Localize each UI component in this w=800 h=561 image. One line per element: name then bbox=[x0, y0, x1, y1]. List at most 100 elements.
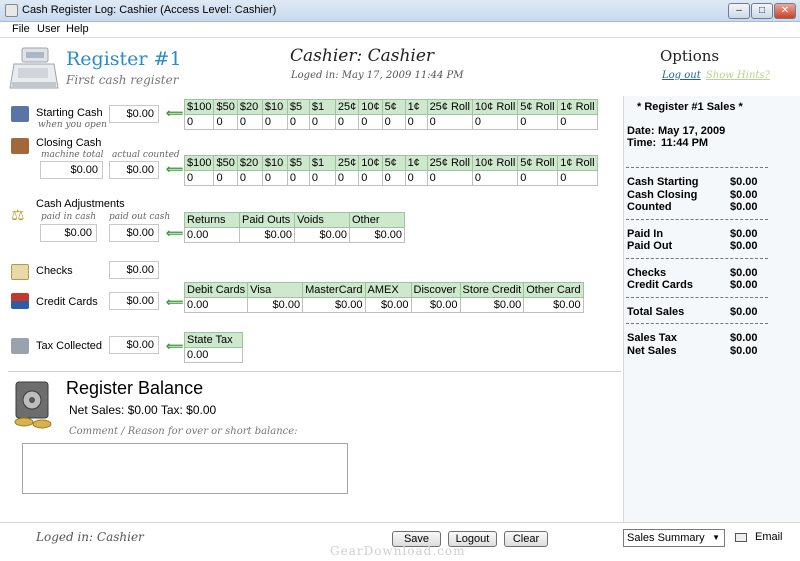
denomination-cell[interactable]: 0 bbox=[334, 114, 360, 130]
summary-row-value: $0.00 bbox=[730, 201, 758, 213]
summary-row-value: $0.00 bbox=[730, 176, 758, 188]
register-balance-title: Register Balance bbox=[66, 378, 204, 398]
denomination-cell[interactable]: 0 bbox=[404, 170, 428, 186]
denomination-cell[interactable]: 0 bbox=[183, 170, 215, 186]
card-cell[interactable]: $0.00 bbox=[410, 297, 461, 313]
column-header: $50 bbox=[213, 155, 238, 171]
denomination-cell[interactable]: 0 bbox=[286, 170, 310, 186]
column-header: 25¢ Roll bbox=[426, 155, 473, 171]
starting-cash-field[interactable]: $0.00 bbox=[109, 105, 159, 123]
credit-cards-field[interactable]: $0.00 bbox=[109, 292, 159, 310]
column-header: 5¢ Roll bbox=[517, 155, 559, 171]
card-cell[interactable]: $0.00 bbox=[459, 297, 525, 313]
logout-link[interactable]: Log out bbox=[662, 70, 701, 81]
column-header: $100 bbox=[183, 155, 215, 171]
denomination-cell[interactable]: 0 bbox=[236, 114, 263, 130]
summary-date-value: May 17, 2009 bbox=[658, 125, 726, 137]
summary-row-label: Paid Out bbox=[627, 240, 673, 252]
cash-register-icon bbox=[9, 47, 59, 89]
column-header: $20 bbox=[236, 99, 263, 115]
denomination-cell[interactable]: 0 bbox=[426, 170, 473, 186]
denomination-cell[interactable]: 0 bbox=[517, 170, 559, 186]
summary-row-label: Net Sales bbox=[627, 344, 677, 357]
adjustment-cell[interactable]: 0.00 bbox=[184, 227, 240, 243]
comment-label: Comment / Reason for over or short balan… bbox=[69, 426, 298, 437]
actual-counted-field[interactable]: $0.00 bbox=[109, 161, 159, 179]
show-hints-link[interactable]: Show Hints? bbox=[706, 70, 770, 81]
column-header: 5¢ Roll bbox=[517, 99, 559, 115]
denomination-cell[interactable]: 0 bbox=[286, 114, 310, 130]
column-header: 25¢ bbox=[334, 99, 360, 115]
denomination-cell[interactable]: 0 bbox=[183, 114, 215, 130]
denomination-cell[interactable]: 0 bbox=[358, 114, 383, 130]
column-header: 5¢ bbox=[381, 155, 406, 171]
report-select[interactable]: Sales Summary ▼ bbox=[623, 529, 725, 547]
summary-separator bbox=[626, 167, 768, 168]
paid-out-field[interactable]: $0.00 bbox=[109, 224, 159, 242]
menu-user[interactable]: User bbox=[37, 23, 60, 35]
summary-row-label: Cash Closing bbox=[627, 188, 698, 201]
summary-row-value: $0.00 bbox=[730, 279, 758, 291]
denomination-cell[interactable]: 0 bbox=[236, 170, 263, 186]
close-button[interactable]: ✕ bbox=[774, 3, 796, 19]
denomination-cell[interactable]: 0 bbox=[517, 114, 559, 130]
comment-textarea[interactable] bbox=[22, 443, 348, 494]
denomination-cell[interactable]: 0 bbox=[381, 114, 406, 130]
card-cell[interactable]: $0.00 bbox=[364, 297, 412, 313]
email-button[interactable]: Email bbox=[755, 531, 783, 543]
denomination-cell[interactable]: 0 bbox=[213, 114, 238, 130]
card-cell[interactable]: $0.00 bbox=[523, 297, 584, 313]
adjustment-cell[interactable]: $0.00 bbox=[239, 227, 295, 243]
column-header: $1 bbox=[308, 99, 336, 115]
summary-time-label: Time: bbox=[627, 137, 657, 149]
tax-collected-label: Tax Collected bbox=[36, 340, 103, 352]
clear-button[interactable]: Clear bbox=[504, 531, 548, 547]
menu-file[interactable]: File bbox=[12, 23, 30, 35]
machine-total-field[interactable]: $0.00 bbox=[40, 161, 103, 179]
adjustment-cell[interactable]: $0.00 bbox=[349, 227, 405, 243]
denomination-cell[interactable]: 0 bbox=[557, 114, 598, 130]
denomination-cell[interactable]: 0 bbox=[471, 170, 519, 186]
denomination-cell[interactable]: 0 bbox=[334, 170, 360, 186]
denomination-cell[interactable]: 0 bbox=[381, 170, 406, 186]
summary-row-label: Counted bbox=[627, 201, 672, 213]
safe-icon bbox=[14, 381, 52, 429]
denomination-cell[interactable]: 0 bbox=[404, 114, 428, 130]
footer-logged-in: Loged in: Cashier bbox=[36, 530, 144, 544]
denomination-cell[interactable]: 0 bbox=[261, 114, 288, 130]
adjustment-cell[interactable]: $0.00 bbox=[294, 227, 350, 243]
column-header: $50 bbox=[213, 99, 238, 115]
denomination-cell[interactable]: 0 bbox=[426, 114, 473, 130]
column-header: 25¢ Roll bbox=[426, 99, 473, 115]
denomination-cell[interactable]: 0 bbox=[471, 114, 519, 130]
column-header: Store Credit bbox=[459, 282, 525, 298]
checks-field[interactable]: $0.00 bbox=[109, 261, 159, 279]
arrow-left-icon: ⟸ bbox=[166, 162, 184, 176]
denomination-cell[interactable]: 0 bbox=[358, 170, 383, 186]
column-header: 10¢ bbox=[358, 99, 383, 115]
card-cell[interactable]: $0.00 bbox=[302, 297, 366, 313]
email-icon[interactable] bbox=[735, 533, 747, 542]
denomination-cell[interactable]: 0 bbox=[308, 114, 336, 130]
arrow-left-icon: ⟸ bbox=[166, 226, 184, 240]
tax-collected-field[interactable]: $0.00 bbox=[109, 336, 159, 354]
paid-in-field[interactable]: $0.00 bbox=[40, 224, 97, 242]
store-icon bbox=[11, 106, 29, 122]
closing-cash-label: Closing Cash bbox=[36, 137, 102, 149]
card-cell[interactable]: 0.00 bbox=[183, 297, 249, 313]
column-header: 1¢ Roll bbox=[557, 155, 598, 171]
menu-help[interactable]: Help bbox=[66, 23, 89, 35]
denomination-cell[interactable]: 0 bbox=[261, 170, 288, 186]
denomination-cell[interactable]: 0 bbox=[213, 170, 238, 186]
denomination-cell[interactable]: 0 bbox=[557, 170, 598, 186]
starting-cash-hint: when you open bbox=[38, 120, 107, 130]
cash-adjustments-label: Cash Adjustments bbox=[36, 198, 125, 210]
denomination-cell[interactable]: 0 bbox=[308, 170, 336, 186]
summary-date-label: Date: bbox=[627, 125, 655, 137]
tax-cell[interactable]: 0.00 bbox=[184, 347, 243, 363]
minimize-button[interactable]: – bbox=[728, 3, 750, 19]
maximize-button[interactable]: □ bbox=[751, 3, 773, 19]
summary-row-value: $0.00 bbox=[730, 266, 758, 279]
card-cell[interactable]: $0.00 bbox=[247, 297, 304, 313]
column-header: 10¢ Roll bbox=[471, 155, 519, 171]
